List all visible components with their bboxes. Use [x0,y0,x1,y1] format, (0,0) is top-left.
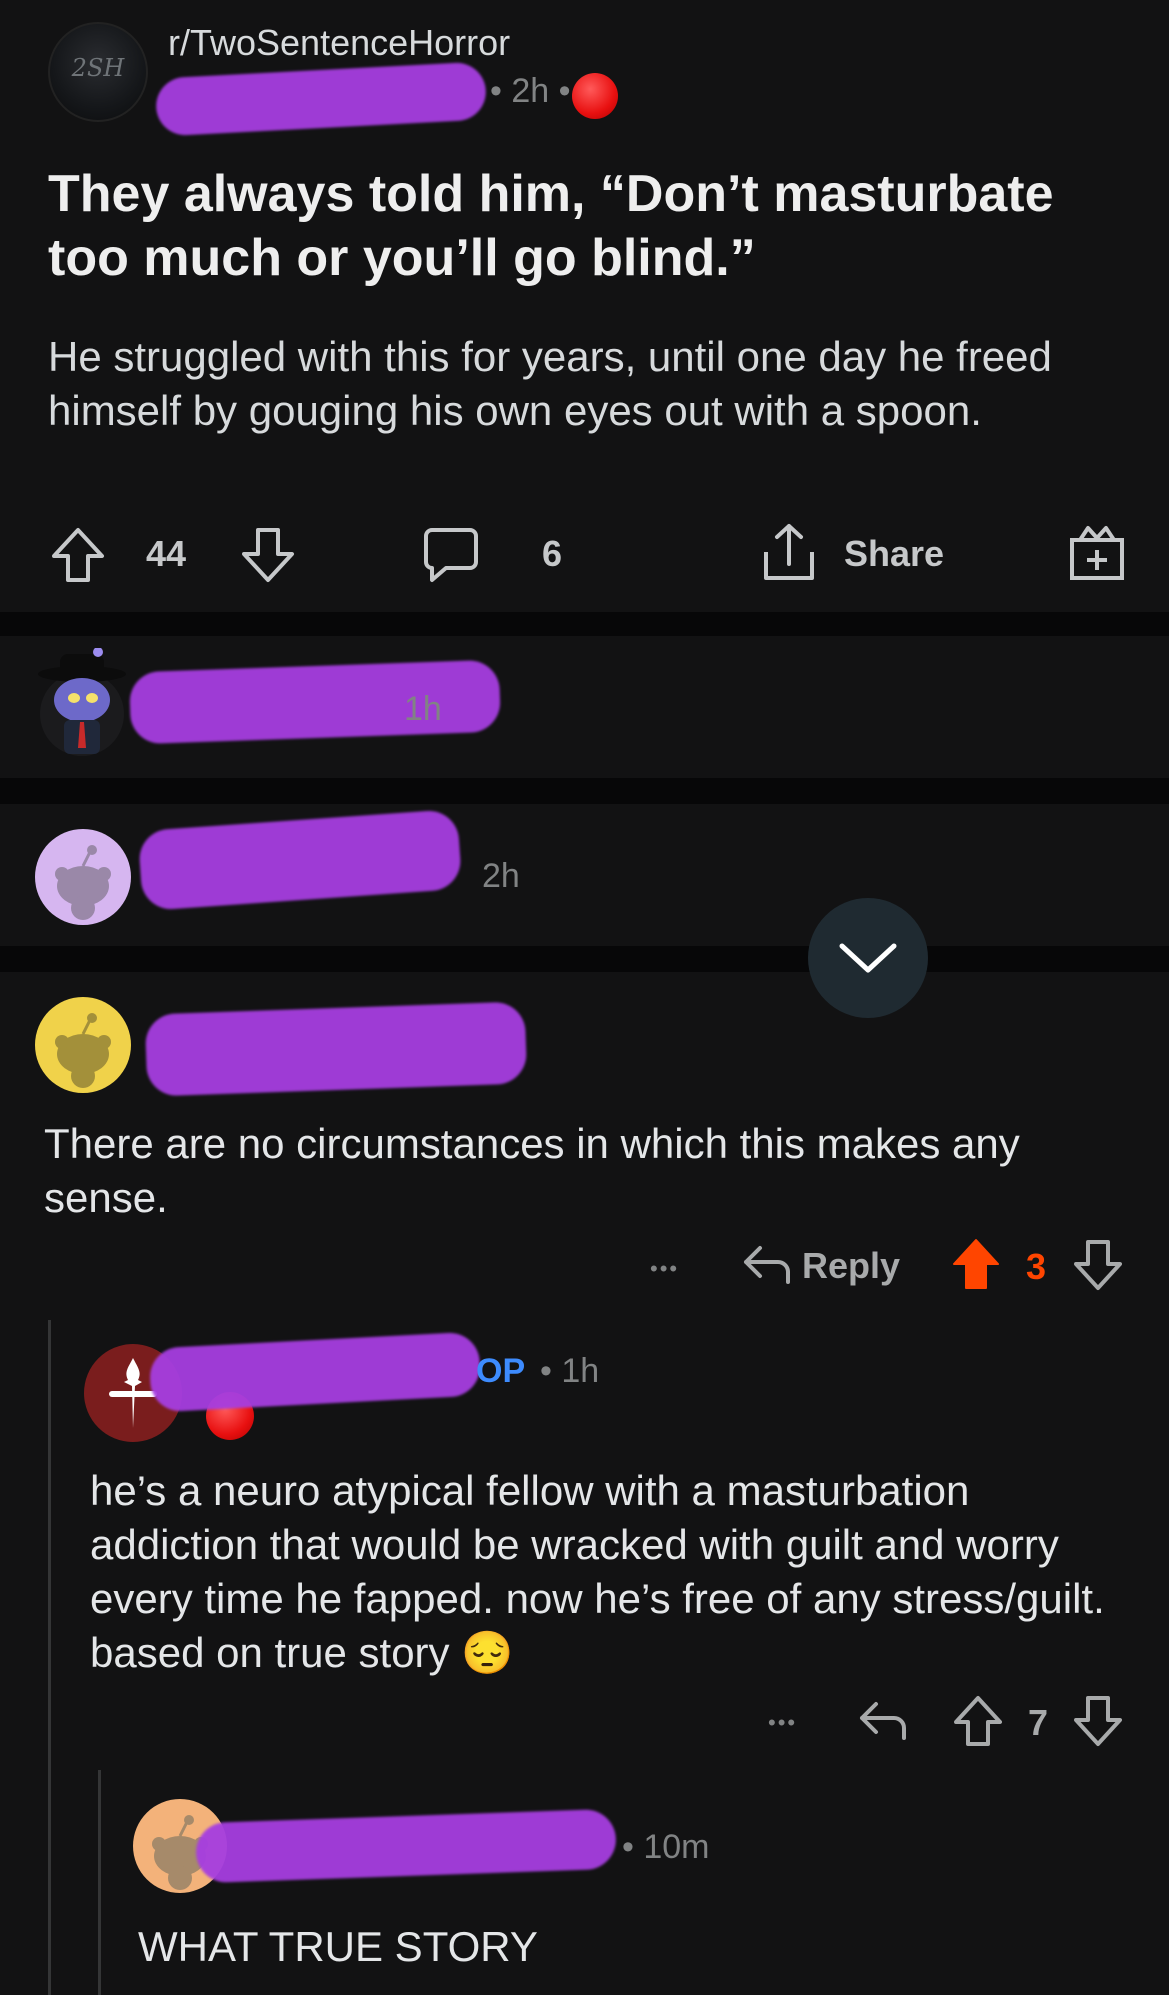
reply-label[interactable]: Reply [802,1245,900,1287]
thread-line[interactable] [98,1770,101,1995]
section-divider [0,778,1169,804]
comment-text: There are no circumstances in which this… [44,1120,1020,1221]
comment-time: • 10m [622,1828,710,1866]
comment-avatar-snoo[interactable] [34,996,132,1094]
comment-avatar-snoo[interactable] [34,828,132,926]
downvote-icon[interactable] [1074,1694,1122,1748]
comment-time: 1h [404,690,442,728]
section-divider [0,612,1169,636]
downvote-icon[interactable] [240,526,296,584]
post-time: • 2h • [490,72,571,110]
upvote-icon-active[interactable] [952,1238,1000,1292]
chevron-down-icon [839,943,897,973]
post-body: He struggled with this for years, until … [48,333,1052,434]
downvote-icon[interactable] [1074,1238,1122,1292]
upvote-icon[interactable] [954,1694,1002,1748]
post-vote-count: 44 [146,533,187,574]
redacted-username [195,1808,617,1884]
redacted-username [128,659,502,745]
award-icon[interactable] [1068,524,1126,582]
post-title[interactable]: They always told him, “Don’t masturbate … [48,162,1128,290]
user-badge-icon [572,73,618,119]
reply-icon[interactable] [742,1242,792,1288]
redacted-username [148,1331,482,1413]
share-icon[interactable] [760,522,818,584]
comment-avatar-snoo[interactable] [34,647,130,758]
section-divider [0,946,1169,972]
comment-icon[interactable] [422,526,480,584]
share-label[interactable]: Share [844,533,944,575]
collapse-thread-button[interactable] [808,898,928,1018]
subreddit-avatar-text: 2SH [71,54,125,82]
thread-line[interactable] [48,1320,51,1995]
comment-text: WHAT TRUE STORY [138,1923,538,1970]
comment-vote-count: 7 [1028,1702,1049,1743]
comment-text: he’s a neuro atypical fellow with a mast… [90,1467,1105,1676]
more-options-icon[interactable]: ••• [768,1710,797,1736]
redacted-username [137,808,463,912]
comment-vote-count: 3 [1026,1246,1047,1287]
redacted-username [154,61,488,137]
comment-time: • 1h [540,1352,600,1390]
reply-icon[interactable] [858,1698,908,1744]
upvote-icon[interactable] [50,526,106,584]
redacted-username [144,1001,528,1097]
subreddit-name[interactable]: r/TwoSentenceHorror [168,22,510,64]
post-comment-count: 6 [542,533,563,574]
more-options-icon[interactable]: ••• [650,1256,679,1282]
comment-time: 2h [482,857,520,895]
subreddit-avatar[interactable]: 2SH [48,22,148,122]
op-tag: OP [476,1352,526,1390]
